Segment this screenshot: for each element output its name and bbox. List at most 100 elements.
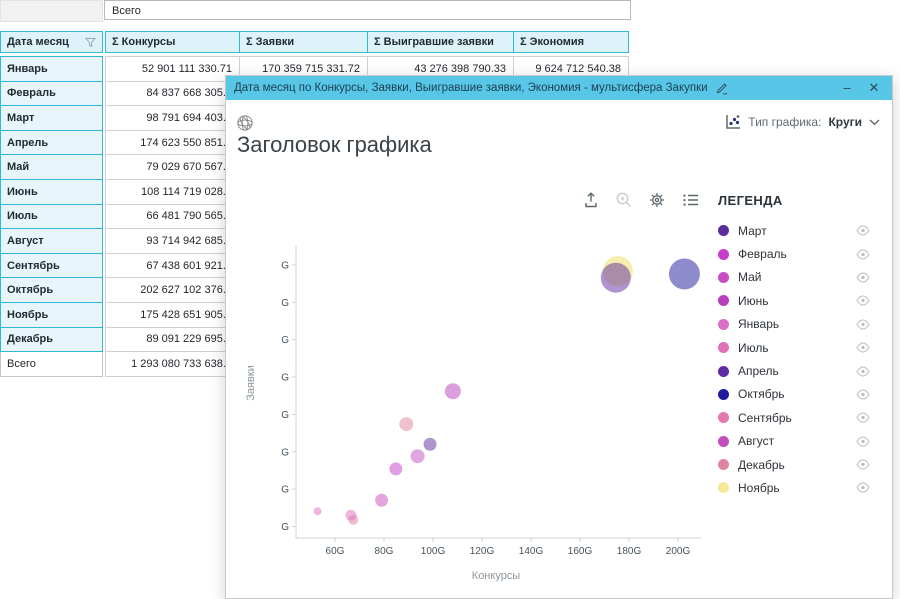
dialog-title: Дата месяц по Конкурсы, Заявки, Выигравш… — [234, 82, 708, 94]
month-cell[interactable]: Всего — [1, 352, 103, 377]
month-cell[interactable]: Июль — [1, 204, 103, 229]
chevron-down-icon[interactable] — [869, 119, 880, 126]
legend-list: Март Февраль Май — [718, 219, 870, 500]
legend-label: Сентябрь — [738, 411, 792, 425]
visibility-eye-icon[interactable] — [856, 389, 870, 400]
scatter-plot: 500G450G400G350G300G250G200G150G60G80G10… — [281, 241, 731, 591]
visibility-eye-icon[interactable] — [856, 459, 870, 470]
legend-item-Март[interactable]: Март — [718, 219, 870, 242]
value-cell-konkursy: 98 791 694 403.8 — [106, 106, 240, 131]
bubble-Сентябрь[interactable] — [348, 515, 358, 525]
table-total-header: Всего — [104, 0, 631, 20]
value-cell-konkursy: 93 714 942 685.7 — [106, 229, 240, 254]
legend-label: Июнь — [738, 294, 769, 308]
visibility-eye-icon[interactable] — [856, 319, 870, 330]
legend-color-dot — [718, 225, 729, 236]
chart-type-selector[interactable]: Тип графика: Круги — [725, 114, 880, 130]
legend-label: Август — [738, 434, 774, 448]
value-cell-konkursy: 52 901 111 330.71 — [106, 57, 240, 82]
month-cell[interactable]: Сентябрь — [1, 253, 103, 278]
legend-item-Сентябрь[interactable]: Сентябрь — [718, 406, 870, 429]
bubble-Декабрь[interactable] — [399, 417, 413, 431]
column-header-date-label: Дата месяц — [7, 36, 69, 48]
value-cell-konkursy: 89 091 229 695.9 — [106, 327, 240, 352]
visibility-eye-icon[interactable] — [856, 366, 870, 377]
legend-item-Май[interactable]: Май — [718, 266, 870, 289]
filter-icon[interactable] — [85, 37, 96, 48]
month-cell[interactable]: Апрель — [1, 130, 103, 155]
bubble-Март[interactable] — [424, 438, 437, 451]
month-cell[interactable]: Июнь — [1, 179, 103, 204]
month-cell[interactable]: Март — [1, 106, 103, 131]
close-button[interactable]: ✕ — [864, 76, 884, 100]
month-cell[interactable]: Декабрь — [1, 327, 103, 352]
column-header-winning[interactable]: Σ Выигравшие заявки — [368, 32, 514, 53]
bubble-Август[interactable] — [411, 449, 425, 463]
y-tick-label: 350G — [281, 373, 289, 384]
legend-item-Ноябрь[interactable]: Ноябрь — [718, 476, 870, 499]
settings-gear-icon[interactable] — [648, 191, 666, 209]
dialog-titlebar[interactable]: Дата месяц по Конкурсы, Заявки, Выигравш… — [226, 76, 892, 100]
bubble-Июнь[interactable] — [445, 383, 461, 399]
bubble-Февраль[interactable] — [389, 462, 402, 475]
y-tick-label: 500G — [281, 261, 289, 272]
legend-list-icon[interactable] — [681, 191, 700, 209]
legend-item-Февраль[interactable]: Февраль — [718, 242, 870, 265]
chart-type-value: Круги — [828, 115, 862, 129]
bubble-Январь[interactable] — [314, 507, 322, 515]
y-tick-label: 200G — [281, 485, 289, 496]
column-header-date[interactable]: Дата месяц — [1, 32, 103, 53]
zoom-icon[interactable] — [615, 191, 633, 209]
minimize-button[interactable]: – — [837, 76, 857, 100]
visibility-eye-icon[interactable] — [856, 225, 870, 236]
column-header-zayavki[interactable]: Σ Заявки — [240, 32, 368, 53]
legend-label: Ноябрь — [738, 481, 780, 495]
table-header: Дата месяц Σ Конкурсы Σ Заявки Σ Выиграв… — [0, 31, 629, 53]
legend-item-Октябрь[interactable]: Октябрь — [718, 383, 870, 406]
x-tick-label: 200G — [666, 546, 691, 557]
value-cell-konkursy: 175 428 651 905.3 — [106, 302, 240, 327]
value-cell-konkursy: 79 029 670 567.2 — [106, 155, 240, 180]
legend-item-Август[interactable]: Август — [718, 430, 870, 453]
value-cell-konkursy: 174 623 550 851.7 — [106, 130, 240, 155]
visibility-eye-icon[interactable] — [856, 342, 870, 353]
month-cell[interactable]: Май — [1, 155, 103, 180]
scatter-type-icon — [725, 114, 741, 130]
month-cell[interactable]: Ноябрь — [1, 302, 103, 327]
chart-type-label: Тип графика: — [748, 115, 821, 129]
legend-label: Апрель — [738, 364, 779, 378]
legend-label: Май — [738, 270, 762, 284]
visibility-eye-icon[interactable] — [856, 295, 870, 306]
value-cell-konkursy: 84 837 668 305.5 — [106, 81, 240, 106]
edit-title-icon[interactable] — [715, 82, 728, 95]
column-header-konkursy[interactable]: Σ Конкурсы — [106, 32, 240, 53]
column-header-economy[interactable]: Σ Экономия — [514, 32, 629, 53]
legend-item-Июль[interactable]: Июль — [718, 336, 870, 359]
chart-dialog: Дата месяц по Конкурсы, Заявки, Выигравш… — [225, 75, 893, 599]
month-cell[interactable]: Январь — [1, 57, 103, 82]
month-cell[interactable]: Февраль — [1, 81, 103, 106]
export-icon[interactable] — [582, 191, 600, 209]
x-tick-label: 160G — [568, 546, 593, 557]
multisphere-icon[interactable] — [236, 114, 254, 132]
value-cell-konkursy: 108 114 719 028.9 — [106, 179, 240, 204]
month-cell[interactable]: Август — [1, 229, 103, 254]
visibility-eye-icon[interactable] — [856, 249, 870, 260]
legend-item-Январь[interactable]: Январь — [718, 313, 870, 336]
bubble-Май[interactable] — [375, 494, 388, 507]
visibility-eye-icon[interactable] — [856, 482, 870, 493]
visibility-eye-icon[interactable] — [856, 436, 870, 447]
x-tick-label: 180G — [617, 546, 642, 557]
month-cell[interactable]: Октябрь — [1, 278, 103, 303]
x-tick-label: 100G — [421, 546, 446, 557]
bubble-Апрель[interactable] — [601, 263, 631, 293]
legend-item-Июнь[interactable]: Июнь — [718, 289, 870, 312]
legend-item-Апрель[interactable]: Апрель — [718, 359, 870, 382]
value-cell-konkursy: 66 481 790 565.4 — [106, 204, 240, 229]
x-tick-label: 140G — [519, 546, 544, 557]
x-tick-label: 60G — [326, 546, 345, 557]
legend-item-Декабрь[interactable]: Декабрь — [718, 453, 870, 476]
visibility-eye-icon[interactable] — [856, 272, 870, 283]
bubble-Октябрь[interactable] — [669, 258, 700, 289]
visibility-eye-icon[interactable] — [856, 412, 870, 423]
